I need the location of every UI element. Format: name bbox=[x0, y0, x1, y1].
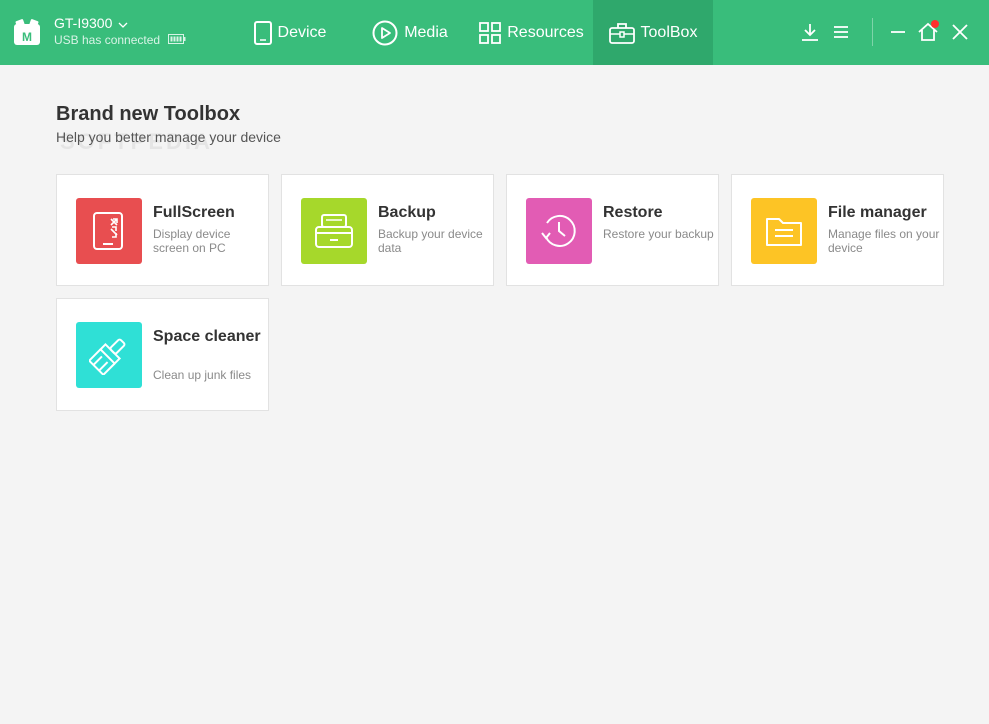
home-icon[interactable] bbox=[916, 20, 940, 44]
fullscreen-icon bbox=[76, 198, 142, 264]
tab-media[interactable]: Media bbox=[350, 0, 470, 65]
tab-label: ToolBox bbox=[640, 23, 698, 41]
tool-description: Manage files on your device bbox=[828, 227, 940, 255]
device-selector[interactable]: GT-I9300 USB has connected bbox=[54, 14, 186, 48]
app-logo-icon: M bbox=[12, 17, 42, 47]
tool-card-restore[interactable]: Restore Restore your backup bbox=[506, 174, 719, 286]
connection-status: USB has connected bbox=[54, 33, 161, 47]
phone-icon bbox=[253, 20, 272, 45]
top-bar: M GT-I9300 USB has connected Device Medi… bbox=[0, 0, 989, 65]
battery-icon bbox=[168, 32, 186, 48]
tool-title: Space cleaner bbox=[153, 328, 261, 345]
tool-description: Restore your backup bbox=[603, 227, 714, 241]
tool-title: Backup bbox=[378, 204, 436, 221]
page-subtitle: Help you better manage your device bbox=[56, 129, 281, 145]
tool-title: Restore bbox=[603, 204, 663, 221]
tab-label: Resources bbox=[507, 23, 584, 41]
tab-label: Media bbox=[404, 23, 448, 41]
tab-label: Device bbox=[277, 23, 327, 41]
tool-title: File manager bbox=[828, 204, 927, 221]
tool-card-file-manager[interactable]: File manager Manage files on your device bbox=[731, 174, 944, 286]
toolbox-icon bbox=[608, 22, 635, 44]
grid-icon bbox=[479, 21, 502, 44]
restore-icon bbox=[526, 198, 592, 264]
tool-card-backup[interactable]: Backup Backup your device data bbox=[281, 174, 494, 286]
tool-description: Backup your device data bbox=[378, 227, 483, 255]
brush-icon bbox=[76, 322, 142, 388]
tab-resources[interactable]: Resources bbox=[470, 0, 593, 65]
svg-text:M: M bbox=[22, 30, 32, 44]
tool-card-space-cleaner[interactable]: Space cleaner Clean up junk files bbox=[56, 298, 269, 411]
divider bbox=[872, 18, 873, 46]
tool-card-fullscreen[interactable]: FullScreen Display device screen on PC bbox=[56, 174, 269, 286]
main-nav: Device Media Resources ToolBox bbox=[230, 0, 713, 65]
backup-icon bbox=[301, 198, 367, 264]
tab-toolbox[interactable]: ToolBox bbox=[593, 0, 713, 65]
download-icon[interactable] bbox=[798, 20, 822, 44]
tab-device[interactable]: Device bbox=[230, 0, 350, 65]
close-icon[interactable] bbox=[948, 20, 972, 44]
chevron-down-icon[interactable] bbox=[118, 14, 128, 32]
menu-icon[interactable] bbox=[829, 20, 853, 44]
device-name: GT-I9300 bbox=[54, 15, 113, 31]
tool-description: Display device screen on PC bbox=[153, 227, 231, 255]
page-title: Brand new Toolbox bbox=[56, 103, 241, 125]
tool-title: FullScreen bbox=[153, 204, 235, 221]
folder-icon bbox=[751, 198, 817, 264]
minimize-icon[interactable] bbox=[886, 20, 910, 44]
tool-description: Clean up junk files bbox=[153, 368, 252, 382]
play-icon bbox=[372, 20, 398, 46]
